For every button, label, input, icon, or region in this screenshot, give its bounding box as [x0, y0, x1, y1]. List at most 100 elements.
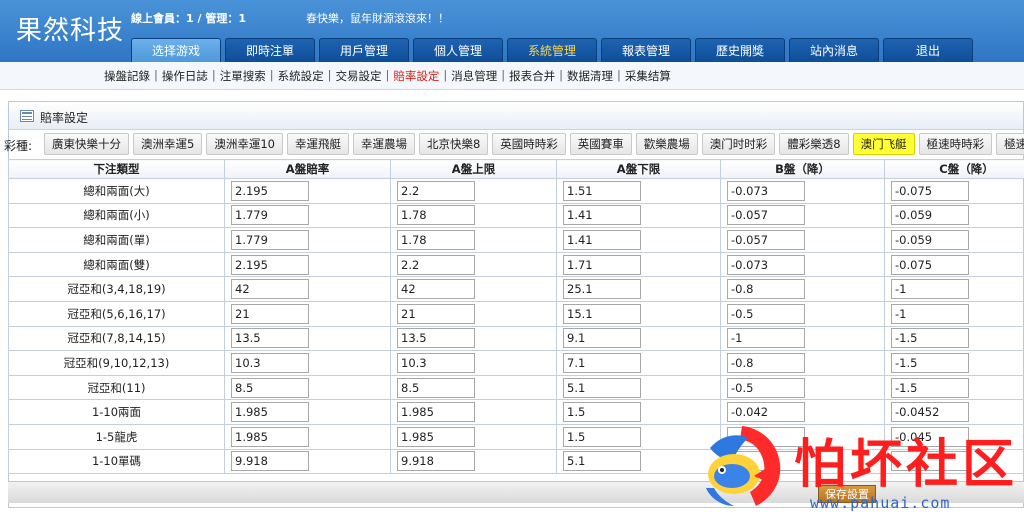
odds-cell — [721, 301, 885, 326]
lottery-tab[interactable]: 幸運農場 — [353, 133, 415, 155]
lottery-tab[interactable]: 澳洲幸運5 — [133, 133, 202, 155]
subnav-bet-search[interactable]: 注單搜索 — [220, 68, 266, 84]
main-tab-messages[interactable]: 站內消息 — [789, 38, 879, 62]
main-tab-draw-history[interactable]: 歷史開獎 — [695, 38, 785, 62]
b-reduce-input[interactable] — [727, 279, 805, 299]
a-odds-input[interactable] — [231, 205, 309, 225]
a-max-input[interactable] — [397, 378, 475, 398]
main-tab-reports[interactable]: 報表管理 — [601, 38, 691, 62]
panel-title: 賠率設定 — [40, 109, 88, 126]
a-max-input[interactable] — [397, 230, 475, 250]
a-max-input[interactable] — [397, 205, 475, 225]
b-reduce-input[interactable] — [727, 451, 805, 471]
list-icon — [20, 110, 34, 122]
c-reduce-input[interactable] — [891, 402, 969, 422]
subnav-data-cleanup[interactable]: 数据清理 — [567, 68, 613, 84]
sub-nav: 操盤記錄| 操作日誌| 注單搜索| 系統設定| 交易設定| 賠率設定| 消息管理… — [104, 68, 671, 84]
subnav-activity-log[interactable]: 操作日誌 — [162, 68, 208, 84]
c-reduce-input[interactable] — [891, 279, 969, 299]
b-reduce-input[interactable] — [727, 328, 805, 348]
lottery-tab[interactable]: 英國賽車 — [570, 133, 632, 155]
a-max-input[interactable] — [397, 353, 475, 373]
main-tab-logout[interactable]: 退出 — [883, 38, 973, 62]
a-min-input[interactable] — [563, 255, 641, 275]
a-min-input[interactable] — [563, 230, 641, 250]
a-min-input[interactable] — [563, 328, 641, 348]
c-reduce-input[interactable] — [891, 378, 969, 398]
c-reduce-input[interactable] — [891, 205, 969, 225]
subnav-report-merge[interactable]: 报表合并 — [509, 68, 555, 84]
b-reduce-input[interactable] — [727, 378, 805, 398]
save-settings-button[interactable]: 保存設置 — [818, 485, 876, 503]
a-max-input[interactable] — [397, 451, 475, 471]
lottery-tab[interactable]: 澳门时时彩 — [702, 133, 776, 155]
a-min-input[interactable] — [563, 304, 641, 324]
a-odds-input[interactable] — [231, 402, 309, 422]
c-reduce-input[interactable] — [891, 328, 969, 348]
a-odds-input[interactable] — [231, 279, 309, 299]
a-max-input[interactable] — [397, 402, 475, 422]
a-odds-input[interactable] — [231, 378, 309, 398]
b-reduce-input[interactable] — [727, 181, 805, 201]
a-odds-input[interactable] — [231, 451, 309, 471]
a-max-input[interactable] — [397, 279, 475, 299]
a-odds-input[interactable] — [231, 255, 309, 275]
lottery-tab[interactable]: 英國時時彩 — [492, 133, 566, 155]
subnav-collect-settle[interactable]: 采集结算 — [625, 68, 671, 84]
lottery-tab[interactable]: 歡樂農場 — [636, 133, 698, 155]
a-odds-input[interactable] — [231, 353, 309, 373]
a-min-input[interactable] — [563, 353, 641, 373]
a-min-input[interactable] — [563, 427, 641, 447]
c-reduce-input[interactable] — [891, 353, 969, 373]
lottery-tab[interactable]: 廣東快樂十分 — [44, 133, 129, 155]
subnav-operation-log[interactable]: 操盤記錄 — [104, 68, 150, 84]
main-tab-user-management[interactable]: 用戶管理 — [319, 38, 409, 62]
c-reduce-input[interactable] — [891, 427, 969, 447]
main-tab-live-bets[interactable]: 即時注單 — [225, 38, 315, 62]
a-odds-input[interactable] — [231, 181, 309, 201]
a-odds-input[interactable] — [231, 304, 309, 324]
lottery-tab[interactable]: 澳洲幸運10 — [206, 133, 283, 155]
a-max-input[interactable] — [397, 181, 475, 201]
a-odds-input[interactable] — [231, 328, 309, 348]
lottery-tab-selected[interactable]: 澳门飞艇 — [853, 133, 915, 155]
b-reduce-input[interactable] — [727, 402, 805, 422]
c-reduce-input[interactable] — [891, 255, 969, 275]
b-reduce-input[interactable] — [727, 427, 805, 447]
subnav-message-management[interactable]: 消息管理 — [451, 68, 497, 84]
lottery-tab[interactable]: 體彩樂透8 — [779, 133, 848, 155]
b-reduce-input[interactable] — [727, 353, 805, 373]
subnav-trade-settings[interactable]: 交易設定 — [336, 68, 382, 84]
a-min-input[interactable] — [563, 205, 641, 225]
a-max-input[interactable] — [397, 328, 475, 348]
subnav-system-settings[interactable]: 系統設定 — [278, 68, 324, 84]
main-tab-system-management[interactable]: 系統管理 — [507, 38, 597, 62]
lottery-tab[interactable]: 極速賽車 — [996, 133, 1024, 155]
b-reduce-input[interactable] — [727, 230, 805, 250]
subnav-odds-settings[interactable]: 賠率設定 — [393, 68, 439, 84]
b-reduce-input[interactable] — [727, 205, 805, 225]
main-tab-personal[interactable]: 個人管理 — [413, 38, 503, 62]
a-min-input[interactable] — [563, 181, 641, 201]
c-reduce-input[interactable] — [891, 304, 969, 324]
a-odds-input[interactable] — [231, 230, 309, 250]
c-reduce-input[interactable] — [891, 181, 969, 201]
subnav-separator: | — [497, 68, 509, 84]
main-tab-select-game[interactable]: 选择游戏 — [131, 38, 221, 62]
lottery-tab[interactable]: 幸運飛艇 — [287, 133, 349, 155]
lottery-tab[interactable]: 極速時時彩 — [919, 133, 993, 155]
c-reduce-input[interactable] — [891, 230, 969, 250]
lottery-tab[interactable]: 北京快樂8 — [419, 133, 488, 155]
a-max-input[interactable] — [397, 427, 475, 447]
b-reduce-input[interactable] — [727, 304, 805, 324]
b-reduce-input[interactable] — [727, 255, 805, 275]
a-max-input[interactable] — [397, 304, 475, 324]
odds-cell — [885, 326, 1024, 351]
a-min-input[interactable] — [563, 279, 641, 299]
a-min-input[interactable] — [563, 378, 641, 398]
a-max-input[interactable] — [397, 255, 475, 275]
a-min-input[interactable] — [563, 402, 641, 422]
a-min-input[interactable] — [563, 451, 641, 471]
a-odds-input[interactable] — [231, 427, 309, 447]
c-reduce-input[interactable] — [891, 451, 969, 471]
